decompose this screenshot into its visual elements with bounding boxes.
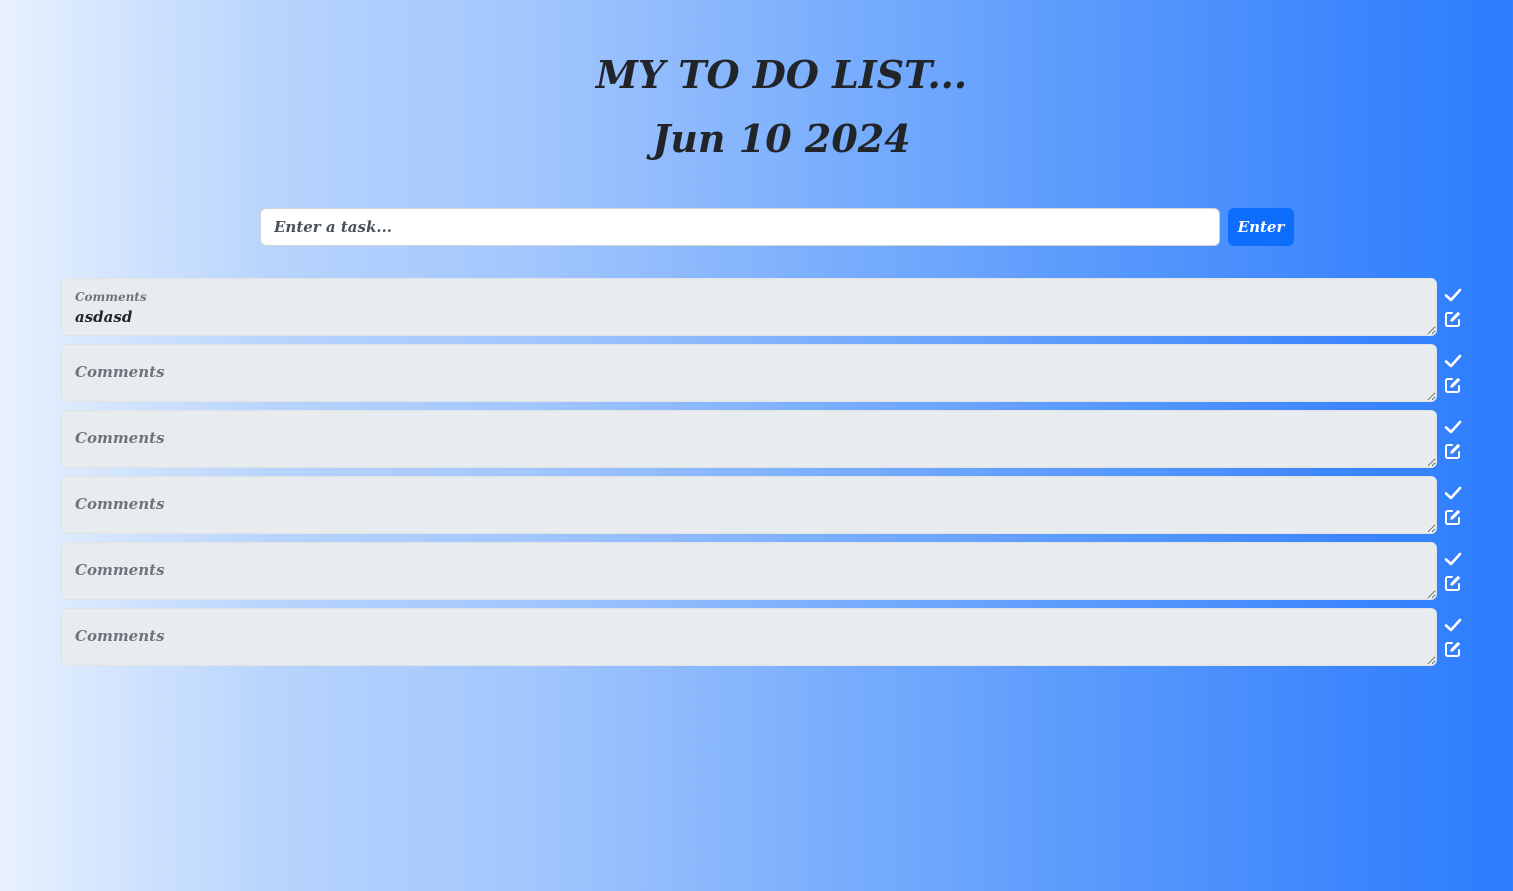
task-comment-field: Comments [61,542,1437,600]
check-icon[interactable] [1444,616,1464,636]
task-row: Comments [61,410,1471,468]
task-comment-field: Comments [61,410,1437,468]
task-list: Comments asdasd Comments Comments Commen… [61,278,1471,674]
task-comment-textarea[interactable] [62,411,1436,467]
task-actions [1444,286,1464,334]
current-date: Jun 10 2024 [652,116,911,161]
task-comment-textarea[interactable] [62,279,1436,335]
task-comment-field: Comments [61,476,1437,534]
edit-icon[interactable] [1444,508,1464,528]
task-actions [1444,352,1464,400]
check-icon[interactable] [1444,550,1464,570]
task-row: Comments [61,608,1471,666]
task-row: Comments [61,476,1471,534]
edit-icon[interactable] [1444,574,1464,594]
task-row: Comments [61,344,1471,402]
task-row: Comments asdasd [61,278,1471,336]
task-comment-field: Comments [61,608,1437,666]
enter-button[interactable]: Enter [1228,208,1294,246]
task-actions [1444,418,1464,466]
task-row: Comments [61,542,1471,600]
task-actions [1444,616,1464,664]
check-icon[interactable] [1444,286,1464,306]
task-input[interactable] [260,208,1220,246]
task-comment-textarea[interactable] [62,477,1436,533]
task-actions [1444,484,1464,532]
task-actions [1444,550,1464,598]
edit-icon[interactable] [1444,442,1464,462]
task-comment-field: Comments asdasd [61,278,1437,336]
edit-icon[interactable] [1444,310,1464,330]
task-form: Enter [260,208,1294,246]
check-icon[interactable] [1444,418,1464,438]
edit-icon[interactable] [1444,376,1464,396]
task-comment-field: Comments [61,344,1437,402]
task-comment-textarea[interactable] [62,609,1436,665]
check-icon[interactable] [1444,352,1464,372]
task-comment-textarea[interactable] [62,345,1436,401]
page-title: MY TO DO LIST... [595,52,968,97]
edit-icon[interactable] [1444,640,1464,660]
task-comment-textarea[interactable] [62,543,1436,599]
check-icon[interactable] [1444,484,1464,504]
